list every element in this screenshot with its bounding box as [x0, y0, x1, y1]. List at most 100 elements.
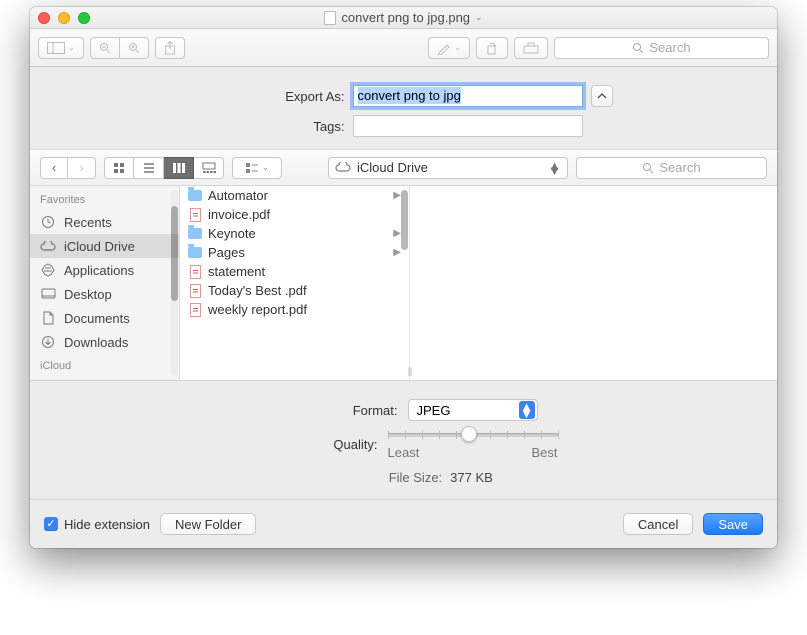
doc-icon — [40, 310, 56, 326]
filesize-value: 377 KB — [450, 470, 493, 485]
column-view-button[interactable] — [164, 157, 194, 179]
quality-least-label: Least — [388, 445, 420, 460]
sidebar-item-label: Desktop — [64, 287, 112, 302]
file-name: Keynote — [208, 226, 256, 241]
file-name: statement — [208, 264, 265, 279]
list-view-button[interactable] — [134, 157, 164, 179]
gallery-view-button[interactable] — [194, 157, 224, 179]
location-select[interactable]: iCloud Drive ▲▼ — [328, 157, 568, 179]
file-item[interactable]: invoice.pdf — [180, 205, 409, 224]
format-select[interactable]: JPEG ▲▼ — [408, 399, 538, 421]
grouping-button[interactable]: ⌄ — [232, 157, 282, 179]
hide-extension-checkbox[interactable]: ✓ Hide extension — [44, 517, 150, 532]
export-as-input[interactable]: convert png to jpg — [353, 85, 583, 107]
app-icon — [40, 262, 56, 278]
sidebar-icloud-header: iCloud — [30, 354, 179, 372]
forward-button[interactable]: › — [68, 157, 96, 179]
check-icon: ✓ — [44, 517, 58, 531]
share-button[interactable] — [155, 37, 185, 59]
markup-button[interactable]: ⌄ — [428, 37, 470, 59]
filesize-row: File Size: 377 KB — [314, 470, 493, 485]
sidebar-item-recents[interactable]: Recents — [30, 210, 179, 234]
cancel-button[interactable]: Cancel — [623, 513, 693, 535]
zoom-out-button[interactable] — [90, 37, 119, 59]
format-options: Format: JPEG ▲▼ Quality: — [30, 381, 777, 500]
title-chevron-icon[interactable]: ⌄ — [475, 12, 483, 23]
file-item[interactable]: weekly report.pdf — [180, 300, 409, 319]
sidebar-toggle-button[interactable]: ⌄ — [38, 37, 84, 59]
sidebar-item-documents[interactable]: Documents — [30, 306, 179, 330]
sidebar-item-label: Recents — [64, 215, 112, 230]
app-toolbar: ⌄ ⌄ Search — [30, 29, 777, 67]
favorites-header: Favorites — [30, 192, 179, 210]
export-dialog-window: convert png to jpg.png ⌄ ⌄ ⌄ Search — [30, 7, 777, 548]
download-icon — [40, 334, 56, 350]
sidebar-item-icloud-drive[interactable]: iCloud Drive — [30, 234, 179, 258]
disclosure-arrow-icon: ▶ — [393, 247, 401, 258]
filesize-label: File Size: — [314, 470, 442, 485]
titlebar: convert png to jpg.png ⌄ — [30, 7, 777, 29]
browser-search-placeholder: Search — [659, 160, 700, 175]
bottom-bar: ✓ Hide extension New Folder Cancel Save — [30, 500, 777, 548]
file-name: invoice.pdf — [208, 207, 270, 222]
minimize-window-button[interactable] — [58, 12, 70, 24]
export-as-label: Export As: — [195, 89, 345, 104]
back-button[interactable]: ‹ — [40, 157, 68, 179]
slider-knob[interactable] — [461, 426, 477, 442]
collapse-button[interactable] — [591, 85, 613, 107]
export-fields: Export As: convert png to jpg Tags: — [30, 67, 777, 150]
browser-navbar: ‹ › ⌄ iCloud Drive ▲▼ Search — [30, 150, 777, 186]
file-name: Automator — [208, 188, 268, 203]
rotate-button[interactable] — [476, 37, 508, 59]
quality-best-label: Best — [531, 445, 557, 460]
sidebar-item-desktop[interactable]: Desktop — [30, 282, 179, 306]
save-button[interactable]: Save — [703, 513, 763, 535]
column-scrollbar-thumb[interactable] — [401, 190, 408, 250]
zoom-window-button[interactable] — [78, 12, 90, 24]
hide-extension-label: Hide extension — [64, 517, 150, 532]
window-title-text: convert png to jpg.png — [341, 10, 470, 25]
quality-slider[interactable]: Least Best — [388, 429, 558, 460]
file-item[interactable]: statement — [180, 262, 409, 281]
quality-label: Quality: — [250, 437, 378, 452]
column-resize-handle[interactable]: ‖ — [404, 366, 416, 378]
sidebar-item-label: Applications — [64, 263, 134, 278]
file-name: Pages — [208, 245, 245, 260]
pdf-icon — [188, 265, 202, 279]
edit-button[interactable] — [514, 37, 548, 59]
location-text: iCloud Drive — [357, 160, 428, 175]
browser-search-field[interactable]: Search — [576, 157, 767, 179]
folder-icon — [188, 227, 202, 241]
close-window-button[interactable] — [38, 12, 50, 24]
nav-back-forward: ‹ › — [40, 157, 96, 179]
icon-view-button[interactable] — [104, 157, 134, 179]
sidebar-item-label: iCloud Drive — [64, 239, 135, 254]
window-title: convert png to jpg.png ⌄ — [30, 10, 777, 25]
sidebar-scrollbar-thumb[interactable] — [171, 206, 178, 301]
view-mode-segment — [104, 157, 224, 179]
zoom-in-button[interactable] — [119, 37, 149, 59]
pdf-icon — [188, 208, 202, 222]
cloud-icon — [40, 238, 56, 254]
toolbar-search-field[interactable]: Search — [554, 37, 769, 59]
folder-icon — [188, 246, 202, 260]
sidebar-item-label: Documents — [64, 311, 130, 326]
format-value: JPEG — [417, 403, 451, 418]
sidebar-item-downloads[interactable]: Downloads — [30, 330, 179, 354]
pdf-icon — [188, 303, 202, 317]
tags-input[interactable] — [353, 115, 583, 137]
file-item[interactable]: Keynote▶ — [180, 224, 409, 243]
select-arrows-icon: ▲▼ — [548, 163, 561, 173]
desktop-icon — [40, 286, 56, 302]
file-item[interactable]: Automator▶ — [180, 186, 409, 205]
file-item[interactable]: Pages ▶ — [180, 243, 409, 262]
sidebar-item-applications[interactable]: Applications — [30, 258, 179, 282]
new-folder-button[interactable]: New Folder — [160, 513, 256, 535]
document-icon — [324, 11, 336, 25]
file-browser: Favorites Recents iCloud Drive Applicati… — [30, 186, 777, 381]
file-item[interactable]: Today's Best .pdf — [180, 281, 409, 300]
format-label: Format: — [270, 403, 398, 418]
zoom-group — [90, 37, 149, 59]
toolbar-search-placeholder: Search — [649, 40, 690, 55]
preview-pane: ‖ — [410, 186, 777, 380]
